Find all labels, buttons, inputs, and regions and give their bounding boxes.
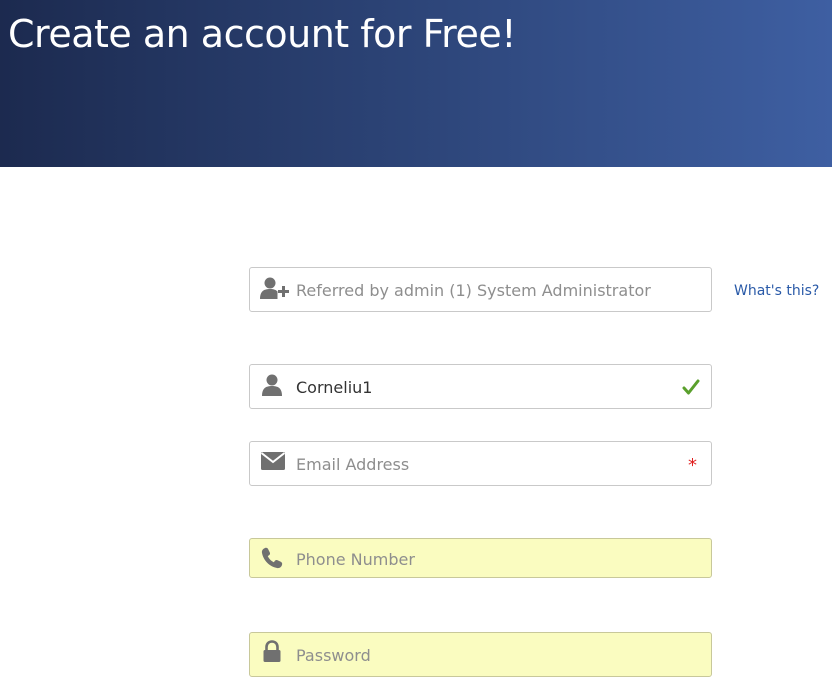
user-icon	[260, 373, 288, 397]
phone-field[interactable]: Phone Number	[249, 538, 712, 578]
email-input: Email Address	[296, 455, 410, 474]
email-field[interactable]: Email Address *	[249, 441, 712, 486]
user-plus-icon	[260, 276, 289, 300]
lock-icon	[260, 640, 288, 664]
username-input: Corneliu1	[296, 378, 373, 397]
phone-icon	[260, 546, 288, 570]
whats-this-link[interactable]: What's this?	[734, 283, 819, 299]
password-input: Password	[296, 646, 371, 665]
header-banner: Create an account for Free!	[0, 0, 832, 167]
referral-input: Referred by admin (1) System Administrat…	[296, 281, 651, 300]
referral-field[interactable]: Referred by admin (1) System Administrat…	[249, 267, 712, 312]
checkmark-icon	[681, 377, 701, 397]
page-title: Create an account for Free!	[8, 12, 516, 56]
username-field[interactable]: Corneliu1	[249, 364, 712, 409]
phone-input: Phone Number	[296, 550, 415, 569]
password-field[interactable]: Password	[249, 632, 712, 677]
required-marker: *	[688, 455, 697, 476]
envelope-icon	[260, 451, 288, 475]
